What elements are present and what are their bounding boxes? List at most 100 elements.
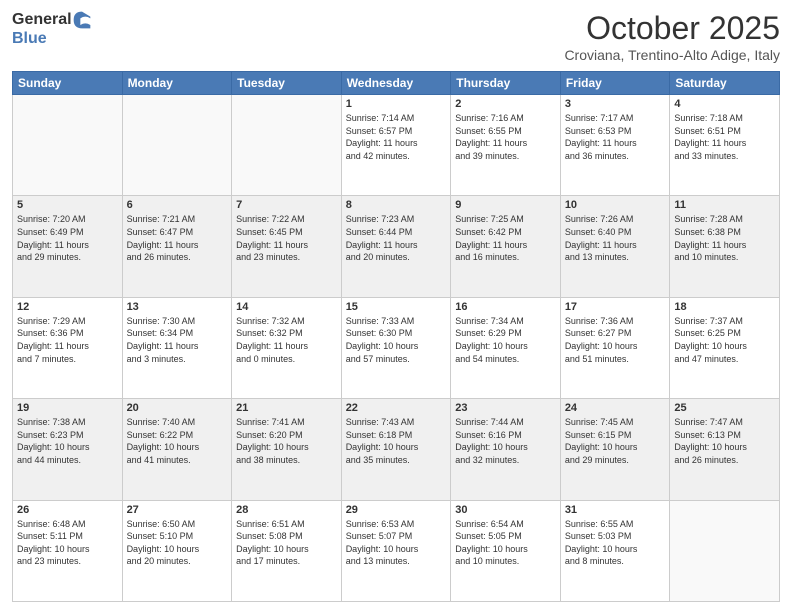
day-info: Sunrise: 7:45 AM Sunset: 6:15 PM Dayligh… (565, 416, 666, 466)
col-monday: Monday (122, 72, 232, 95)
day-number: 2 (455, 98, 556, 110)
day-info: Sunrise: 6:54 AM Sunset: 5:05 PM Dayligh… (455, 518, 556, 568)
table-row: 12 Sunrise: 7:29 AM Sunset: 6:36 PM Dayli… (13, 297, 123, 398)
table-row: 28 Sunrise: 6:51 AM Sunset: 5:08 PM Dayli… (232, 500, 342, 601)
table-row: 8 Sunrise: 7:23 AM Sunset: 6:44 PM Daylig… (341, 196, 451, 297)
table-row: 29 Sunrise: 6:53 AM Sunset: 5:07 PM Dayli… (341, 500, 451, 601)
day-number: 22 (346, 402, 447, 414)
table-row: 15 Sunrise: 7:33 AM Sunset: 6:30 PM Dayli… (341, 297, 451, 398)
day-info: Sunrise: 7:43 AM Sunset: 6:18 PM Dayligh… (346, 416, 447, 466)
calendar-row: 1 Sunrise: 7:14 AM Sunset: 6:57 PM Daylig… (13, 95, 780, 196)
table-row: 22 Sunrise: 7:43 AM Sunset: 6:18 PM Dayli… (341, 399, 451, 500)
day-info: Sunrise: 7:25 AM Sunset: 6:42 PM Dayligh… (455, 213, 556, 263)
table-row: 20Sunrise: 7:40 AM Sunset: 6:22 PM Dayli… (122, 399, 232, 500)
day-number: 15 (346, 301, 447, 313)
day-number: 12 (17, 301, 118, 313)
table-row: 21Sunrise: 7:41 AM Sunset: 6:20 PM Dayli… (232, 399, 342, 500)
calendar-row: 26 Sunrise: 6:48 AM Sunset: 5:11 PM Dayli… (13, 500, 780, 601)
day-info: Sunrise: 6:55 AM Sunset: 5:03 PM Dayligh… (565, 518, 666, 568)
day-number: 17 (565, 301, 666, 313)
day-number: 16 (455, 301, 556, 313)
col-wednesday: Wednesday (341, 72, 451, 95)
day-info: Sunrise: 7:17 AM Sunset: 6:53 PM Dayligh… (565, 112, 666, 162)
day-number: 25 (674, 402, 775, 414)
day-info: Sunrise: 7:32 AM Sunset: 6:32 PM Dayligh… (236, 315, 337, 365)
day-number: 4 (674, 98, 775, 110)
logo-text-blue: Blue (12, 30, 47, 48)
day-info: Sunrise: 7:29 AM Sunset: 6:36 PM Dayligh… (17, 315, 118, 365)
day-number: 6 (127, 199, 228, 211)
table-row: 16 Sunrise: 7:34 AM Sunset: 6:29 PM Dayli… (451, 297, 561, 398)
day-info: Sunrise: 6:53 AM Sunset: 5:07 PM Dayligh… (346, 518, 447, 568)
day-number: 5 (17, 199, 118, 211)
day-number: 30 (455, 504, 556, 516)
day-number: 27 (127, 504, 228, 516)
col-sunday: Sunday (13, 72, 123, 95)
day-info: Sunrise: 7:18 AM Sunset: 6:51 PM Dayligh… (674, 112, 775, 162)
day-info: Sunrise: 7:23 AM Sunset: 6:44 PM Dayligh… (346, 213, 447, 263)
month-title: October 2025 (564, 10, 780, 47)
calendar-table: Sunday Monday Tuesday Wednesday Thursday… (12, 71, 780, 602)
day-info: Sunrise: 6:50 AM Sunset: 5:10 PM Dayligh… (127, 518, 228, 568)
day-info: Sunrise: 7:33 AM Sunset: 6:30 PM Dayligh… (346, 315, 447, 365)
table-row: 2 Sunrise: 7:16 AM Sunset: 6:55 PM Daylig… (451, 95, 561, 196)
col-saturday: Saturday (670, 72, 780, 95)
table-row (232, 95, 342, 196)
table-row: 10 Sunrise: 7:26 AM Sunset: 6:40 PM Dayli… (560, 196, 670, 297)
table-row: 27 Sunrise: 6:50 AM Sunset: 5:10 PM Dayli… (122, 500, 232, 601)
day-info: Sunrise: 6:48 AM Sunset: 5:11 PM Dayligh… (17, 518, 118, 568)
day-number: 29 (346, 504, 447, 516)
table-row: 31Sunrise: 6:55 AM Sunset: 5:03 PM Dayli… (560, 500, 670, 601)
calendar-header-row: Sunday Monday Tuesday Wednesday Thursday… (13, 72, 780, 95)
day-number: 9 (455, 199, 556, 211)
day-number: 20 (127, 402, 228, 414)
table-row: 4 Sunrise: 7:18 AM Sunset: 6:51 PM Daylig… (670, 95, 780, 196)
day-info: Sunrise: 7:14 AM Sunset: 6:57 PM Dayligh… (346, 112, 447, 162)
day-info: Sunrise: 7:37 AM Sunset: 6:25 PM Dayligh… (674, 315, 775, 365)
day-info: Sunrise: 7:30 AM Sunset: 6:34 PM Dayligh… (127, 315, 228, 365)
table-row: 19 Sunrise: 7:38 AM Sunset: 6:23 PM Dayli… (13, 399, 123, 500)
table-row: 30 Sunrise: 6:54 AM Sunset: 5:05 PM Dayli… (451, 500, 561, 601)
day-info: Sunrise: 7:34 AM Sunset: 6:29 PM Dayligh… (455, 315, 556, 365)
table-row: 1 Sunrise: 7:14 AM Sunset: 6:57 PM Daylig… (341, 95, 451, 196)
col-thursday: Thursday (451, 72, 561, 95)
table-row: 25 Sunrise: 7:47 AM Sunset: 6:13 PM Dayli… (670, 399, 780, 500)
table-row: 24Sunrise: 7:45 AM Sunset: 6:15 PM Dayli… (560, 399, 670, 500)
logo: General Blue (12, 10, 92, 48)
day-info: Sunrise: 7:44 AM Sunset: 6:16 PM Dayligh… (455, 416, 556, 466)
day-info: Sunrise: 7:26 AM Sunset: 6:40 PM Dayligh… (565, 213, 666, 263)
logo-text-general: General (12, 11, 72, 29)
table-row (122, 95, 232, 196)
day-info: Sunrise: 7:41 AM Sunset: 6:20 PM Dayligh… (236, 416, 337, 466)
table-row (670, 500, 780, 601)
day-info: Sunrise: 7:21 AM Sunset: 6:47 PM Dayligh… (127, 213, 228, 263)
day-info: Sunrise: 7:36 AM Sunset: 6:27 PM Dayligh… (565, 315, 666, 365)
day-info: Sunrise: 7:28 AM Sunset: 6:38 PM Dayligh… (674, 213, 775, 263)
day-number: 8 (346, 199, 447, 211)
day-info: Sunrise: 7:38 AM Sunset: 6:23 PM Dayligh… (17, 416, 118, 466)
day-number: 1 (346, 98, 447, 110)
table-row: 17 Sunrise: 7:36 AM Sunset: 6:27 PM Dayli… (560, 297, 670, 398)
day-number: 13 (127, 301, 228, 313)
day-number: 14 (236, 301, 337, 313)
day-info: Sunrise: 6:51 AM Sunset: 5:08 PM Dayligh… (236, 518, 337, 568)
table-row: 13 Sunrise: 7:30 AM Sunset: 6:34 PM Dayli… (122, 297, 232, 398)
table-row: 11Sunrise: 7:28 AM Sunset: 6:38 PM Dayli… (670, 196, 780, 297)
day-number: 26 (17, 504, 118, 516)
day-number: 19 (17, 402, 118, 414)
day-info: Sunrise: 7:20 AM Sunset: 6:49 PM Dayligh… (17, 213, 118, 263)
location-title: Croviana, Trentino-Alto Adige, Italy (564, 47, 780, 63)
table-row: 6 Sunrise: 7:21 AM Sunset: 6:47 PM Daylig… (122, 196, 232, 297)
col-friday: Friday (560, 72, 670, 95)
table-row: 7Sunrise: 7:22 AM Sunset: 6:45 PM Daylig… (232, 196, 342, 297)
day-info: Sunrise: 7:16 AM Sunset: 6:55 PM Dayligh… (455, 112, 556, 162)
day-info: Sunrise: 7:47 AM Sunset: 6:13 PM Dayligh… (674, 416, 775, 466)
day-info: Sunrise: 7:22 AM Sunset: 6:45 PM Dayligh… (236, 213, 337, 263)
day-number: 28 (236, 504, 337, 516)
table-row: 3Sunrise: 7:17 AM Sunset: 6:53 PM Daylig… (560, 95, 670, 196)
day-number: 10 (565, 199, 666, 211)
table-row: 9 Sunrise: 7:25 AM Sunset: 6:42 PM Daylig… (451, 196, 561, 297)
table-row: 26 Sunrise: 6:48 AM Sunset: 5:11 PM Dayli… (13, 500, 123, 601)
calendar-row: 5 Sunrise: 7:20 AM Sunset: 6:49 PM Daylig… (13, 196, 780, 297)
logo-icon (72, 10, 92, 30)
